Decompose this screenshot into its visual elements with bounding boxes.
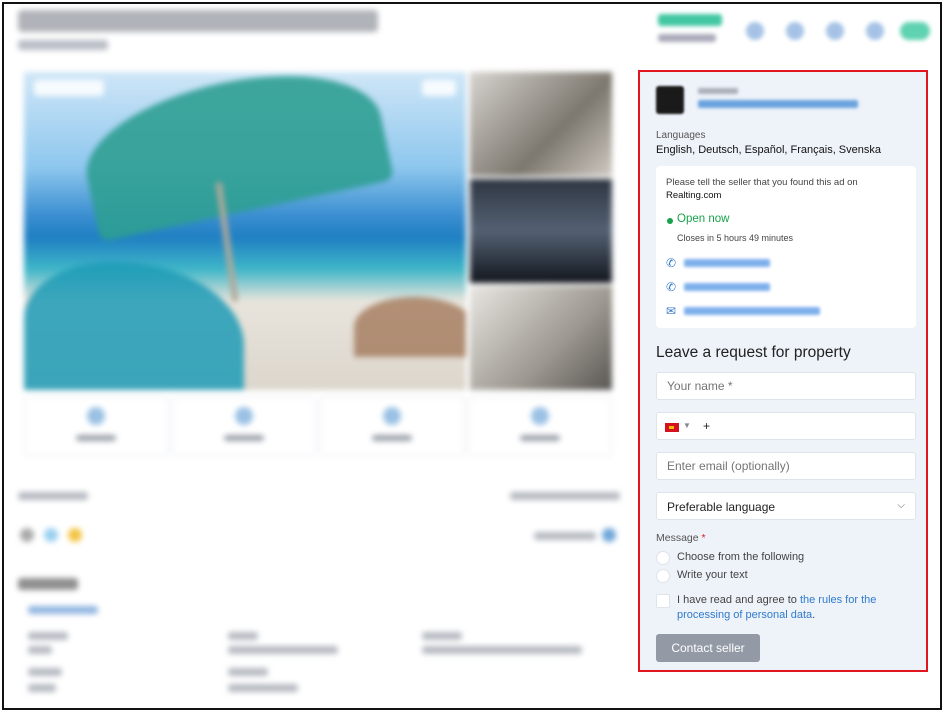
feature-tiles xyxy=(24,396,612,456)
phone-icon: ✆ xyxy=(666,280,677,294)
contact-seller-button[interactable]: Contact seller xyxy=(656,634,760,662)
preferable-language-select[interactable]: Preferable language ⌵ xyxy=(656,492,916,520)
feature-tile[interactable] xyxy=(172,396,316,456)
share-icon[interactable] xyxy=(826,22,844,40)
mail-icon: ✉ xyxy=(666,304,677,318)
email-input[interactable] xyxy=(656,452,916,480)
required-star: * xyxy=(701,532,706,544)
print-icon[interactable] xyxy=(866,22,884,40)
country-dropdown-icon[interactable]: ▼ xyxy=(683,421,691,430)
spain-flag-icon[interactable] xyxy=(665,423,679,432)
email-row[interactable]: ✉ xyxy=(666,304,906,318)
phone-icon: ✆ xyxy=(666,256,677,270)
request-form-title: Leave a request for property xyxy=(656,344,851,361)
phone-row[interactable]: ✆ xyxy=(666,256,906,270)
closing-time: Closes in 5 hours 49 minutes xyxy=(677,233,794,243)
message-label: Message * xyxy=(656,532,706,544)
blurred-listing xyxy=(4,4,634,708)
chevron-down-icon: ⌵ xyxy=(897,500,905,511)
listing-title-blurred xyxy=(18,10,378,32)
languages-label: Languages xyxy=(656,130,706,141)
phone-prefix: + xyxy=(703,419,711,433)
thumbnail[interactable] xyxy=(470,72,612,176)
open-status-dot xyxy=(667,218,673,224)
agree-text: I have read and agree to the rules for t… xyxy=(677,594,877,621)
listing-subtitle-blurred xyxy=(18,40,108,50)
message-option-choose[interactable]: Choose from the following xyxy=(656,551,906,565)
radio-button[interactable] xyxy=(656,569,670,583)
search-icon[interactable] xyxy=(786,22,804,40)
radio-label: Write your text xyxy=(677,569,748,581)
main-photo[interactable] xyxy=(24,72,466,390)
name-input[interactable] xyxy=(656,372,916,400)
radio-button[interactable] xyxy=(656,551,670,565)
site-logo-subtitle xyxy=(658,34,716,42)
languages-value: English, Deutsch, Español, Français, Sve… xyxy=(656,144,882,156)
seller-contact-card: Please tell the seller that you found th… xyxy=(656,166,916,328)
tell-seller-text: Please tell the seller that you found th… xyxy=(666,177,858,188)
favorite-icon[interactable] xyxy=(746,22,764,40)
phone-number-blurred[interactable] xyxy=(684,283,770,291)
agency-name-link[interactable] xyxy=(698,100,858,108)
agree-checkbox[interactable] xyxy=(656,594,670,608)
feature-tile[interactable] xyxy=(468,396,612,456)
agency-label-blurred xyxy=(698,88,738,94)
page-frame: Languages English, Deutsch, Español, Fra… xyxy=(2,2,942,710)
contact-seller-panel: Languages English, Deutsch, Español, Fra… xyxy=(638,70,928,672)
site-name: Realting.com xyxy=(666,190,722,201)
email-address-blurred[interactable] xyxy=(684,307,820,315)
phone-row[interactable]: ✆ xyxy=(666,280,906,294)
feature-tile[interactable] xyxy=(24,396,168,456)
user-menu-icon[interactable] xyxy=(900,22,930,40)
phone-number-blurred[interactable] xyxy=(684,259,770,267)
language-select-value: Preferable language xyxy=(667,500,776,514)
site-logo[interactable] xyxy=(658,14,722,26)
agency-info xyxy=(656,86,916,118)
message-option-write[interactable]: Write your text xyxy=(656,569,906,583)
thumbnail[interactable] xyxy=(470,286,612,390)
phone-input[interactable]: ▼ + xyxy=(656,412,916,440)
feature-tile[interactable] xyxy=(320,396,464,456)
radio-label: Choose from the following xyxy=(677,551,805,563)
thumbnail[interactable] xyxy=(470,179,612,283)
agency-logo[interactable] xyxy=(656,86,684,114)
open-status: Open now xyxy=(677,213,730,225)
photo-thumbnails xyxy=(470,72,612,390)
